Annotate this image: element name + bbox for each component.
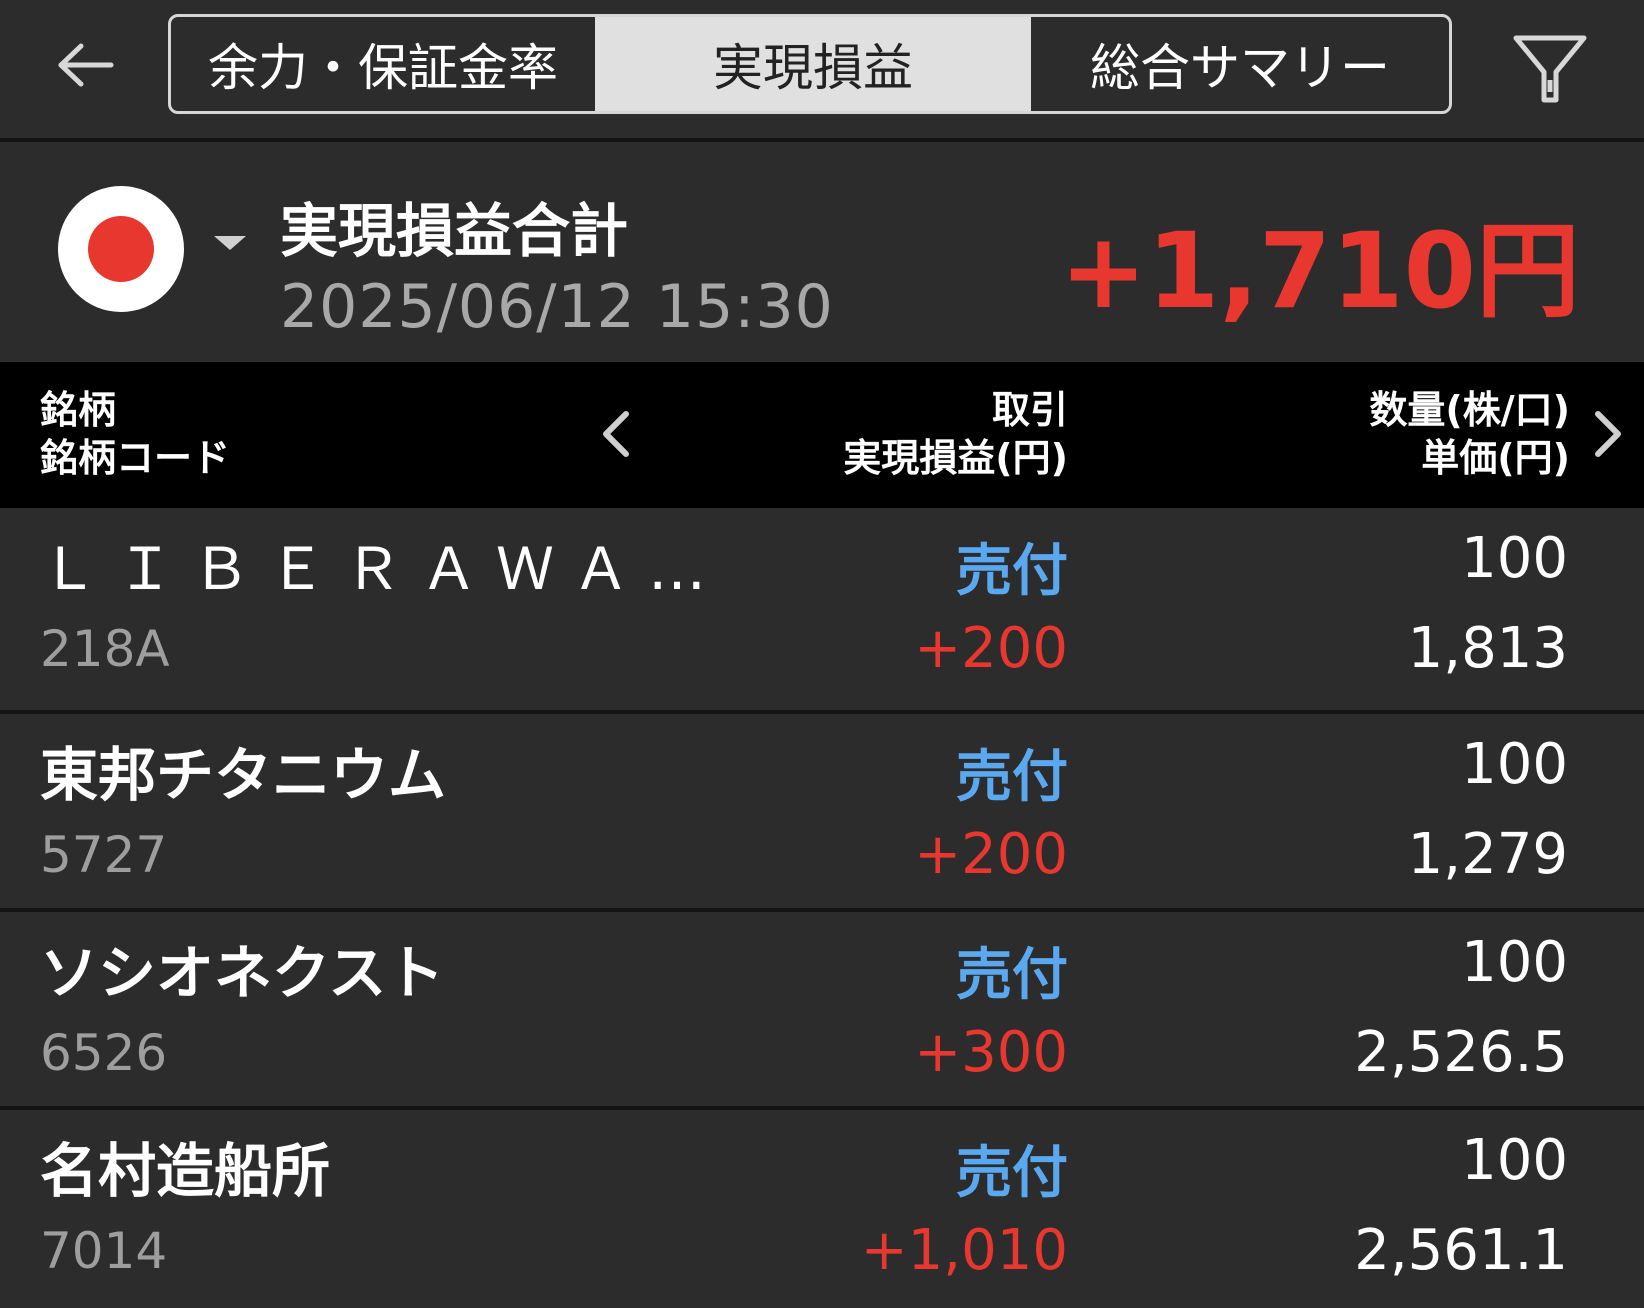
scroll-left-button[interactable] xyxy=(596,408,636,460)
header-col-name-line2: 銘柄コード xyxy=(40,436,231,480)
table-row[interactable]: ＬＩＢＥＲＡＷＡ… 218A 売付 +200 100 1,813 xyxy=(0,508,1644,710)
filter-icon xyxy=(1513,35,1587,103)
stock-name: 名村造船所 xyxy=(40,1137,331,1205)
realized-pl: +200 xyxy=(914,822,1068,887)
header-col-qty-line2: 単価(円) xyxy=(1421,436,1570,480)
position-list: ＬＩＢＥＲＡＷＡ… 218A 売付 +200 100 1,813 東邦チタニウム… xyxy=(0,508,1644,1306)
header-col-name-line1: 銘柄 xyxy=(40,388,117,432)
trade-type: 売付 xyxy=(956,539,1068,604)
table-row[interactable]: ソシオネクスト 6526 売付 +300 100 2,526.5 xyxy=(0,908,1644,1106)
chevron-down-icon[interactable] xyxy=(214,236,246,250)
header-col-qty-line1: 数量(株/口) xyxy=(1369,388,1570,432)
stock-code: 5727 xyxy=(40,826,168,884)
summary-title: 実現損益合計 xyxy=(280,197,629,265)
trade-type: 売付 xyxy=(956,943,1068,1008)
back-button[interactable] xyxy=(40,20,130,110)
header-col-name: 銘柄 銘柄コード xyxy=(40,386,230,482)
stock-code: 7014 xyxy=(40,1222,168,1280)
tab-overall-summary[interactable]: 総合サマリー xyxy=(1031,17,1449,111)
header-col-qty: 数量(株/口) 単価(円) xyxy=(1369,386,1570,482)
tab-margin-ratio[interactable]: 余力・保証金率 xyxy=(171,17,595,111)
chevron-left-icon xyxy=(603,411,629,457)
trade-type: 売付 xyxy=(956,745,1068,810)
filter-button[interactable] xyxy=(1500,20,1600,120)
header-col-trade: 取引 実現損益(円) xyxy=(843,386,1068,482)
tab-realized-pl[interactable]: 実現損益 xyxy=(595,17,1031,111)
stock-code: 6526 xyxy=(40,1024,168,1082)
quantity: 100 xyxy=(1461,1128,1568,1193)
realized-pl-screen: 余力・保証金率 実現損益 総合サマリー 実現損益合計 2025/06/12 15… xyxy=(0,0,1644,1308)
stock-code: 218A xyxy=(40,620,170,678)
summary-datetime: 2025/06/12 15:30 xyxy=(280,272,834,342)
summary-total-value: +1,710円 xyxy=(1059,210,1580,332)
stock-name: ソシオネクスト xyxy=(40,939,445,1007)
stock-name: 東邦チタニウム xyxy=(40,741,447,809)
stock-name: ＬＩＢＥＲＡＷＡ… xyxy=(40,535,725,603)
arrow-left-icon xyxy=(58,43,114,87)
chevron-right-icon xyxy=(1595,411,1621,457)
quantity: 100 xyxy=(1461,930,1568,995)
quantity: 100 xyxy=(1461,732,1568,797)
header-col-trade-line1: 取引 xyxy=(991,388,1068,432)
table-row[interactable]: 名村造船所 7014 売付 +1,010 100 2,561.1 xyxy=(0,1106,1644,1306)
unit-price: 1,279 xyxy=(1407,822,1568,887)
realized-pl: +1,010 xyxy=(860,1218,1068,1283)
quantity: 100 xyxy=(1461,526,1568,591)
japan-flag-icon[interactable] xyxy=(58,186,184,312)
unit-price: 1,813 xyxy=(1407,616,1568,681)
unit-price: 2,561.1 xyxy=(1354,1218,1568,1283)
table-row[interactable]: 東邦チタニウム 5727 売付 +200 100 1,279 xyxy=(0,710,1644,908)
flag-sun xyxy=(88,216,154,282)
realized-pl: +300 xyxy=(914,1020,1068,1085)
scroll-right-button[interactable] xyxy=(1588,408,1628,460)
table-header: 銘柄 銘柄コード 取引 実現損益(円) 数量(株/口) 単価(円) xyxy=(0,362,1644,508)
segmented-tabs: 余力・保証金率 実現損益 総合サマリー xyxy=(168,14,1452,114)
realized-pl-summary: 実現損益合計 2025/06/12 15:30 +1,710円 xyxy=(0,146,1644,362)
top-bar: 余力・保証金率 実現損益 総合サマリー xyxy=(0,0,1644,142)
unit-price: 2,526.5 xyxy=(1354,1020,1568,1085)
trade-type: 売付 xyxy=(956,1141,1068,1206)
realized-pl: +200 xyxy=(914,616,1068,681)
header-col-trade-line2: 実現損益(円) xyxy=(843,436,1068,480)
